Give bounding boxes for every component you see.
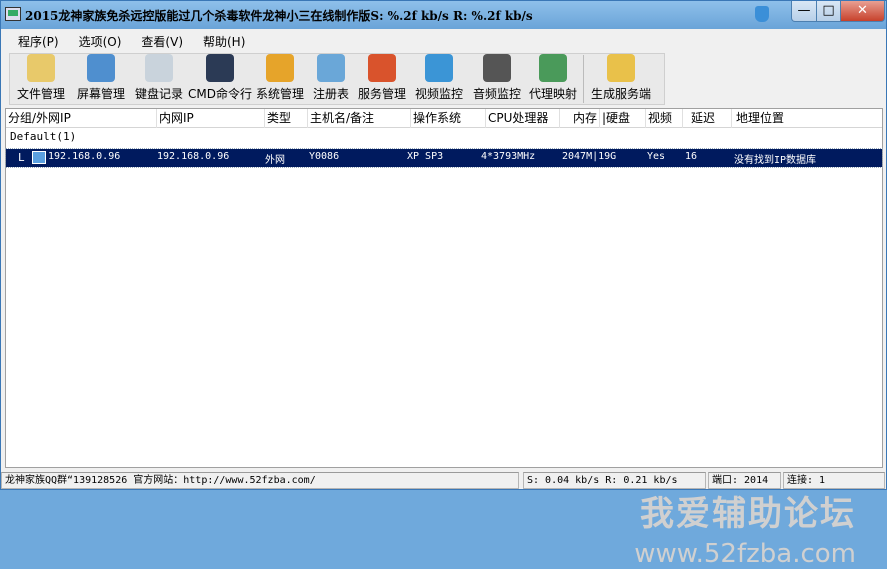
cell-type: 外网 xyxy=(265,155,285,166)
col-memory[interactable]: 内存 xyxy=(560,109,600,128)
col-cpu[interactable]: CPU处理器 xyxy=(486,109,560,128)
tree-line: L xyxy=(18,151,25,164)
tool-label: 代理映射 xyxy=(528,87,577,101)
toolbar-separator xyxy=(583,55,584,103)
col-host[interactable]: 主机名/备注 xyxy=(308,109,411,128)
watermark-url: www.52fzba.com xyxy=(634,539,856,569)
tool-label: 文件管理 xyxy=(16,87,65,101)
col-os[interactable]: 操作系统 xyxy=(411,109,486,128)
package-icon xyxy=(607,54,635,82)
cell-host: Y0086 xyxy=(309,151,340,162)
window-title: 2015龙神家族免杀远控版能过几个杀毒软件龙神小三在线制作版S: %.2f kb… xyxy=(25,9,533,23)
col-location[interactable]: 地理位置 xyxy=(732,109,882,128)
tool-label: 注册表 xyxy=(312,87,349,101)
tool-label: 视频监控 xyxy=(414,87,463,101)
pin-icon[interactable] xyxy=(755,6,769,22)
tool-screen-manager[interactable]: 屏幕管理 xyxy=(72,54,130,104)
tool-service-manager[interactable]: 服务管理 xyxy=(354,54,410,104)
group-header[interactable]: Default(1) xyxy=(10,130,76,143)
cell-video: Yes xyxy=(647,151,666,162)
cell-cpu: 4*3793MHz xyxy=(481,151,536,162)
status-speed: S: 0.04 kb/s R: 0.21 kb/s xyxy=(523,472,706,489)
gear-icon xyxy=(266,54,294,82)
computer-icon xyxy=(32,151,46,164)
screen-icon xyxy=(87,54,115,82)
cell-ping: 16 xyxy=(685,151,698,162)
cell-int-ip: 192.168.0.96 xyxy=(157,151,230,162)
host-list[interactable]: 分组/外网IP 内网IP 类型 主机名/备注 操作系统 CPU处理器 内存 |硬… xyxy=(5,108,883,569)
status-contact: 龙神家族QQ群“139128526 官方网站：http://www.52fzba… xyxy=(1,472,519,489)
cell-ext-ip: 192.168.0.96 xyxy=(48,151,121,162)
tool-video-monitor[interactable]: 视频监控 xyxy=(410,54,468,104)
col-type[interactable]: 类型 xyxy=(265,109,308,128)
tool-system-manager[interactable]: 系统管理 xyxy=(252,54,308,104)
close-button[interactable]: ✕ xyxy=(840,1,885,22)
cell-os: XP SP3 xyxy=(407,151,444,162)
cmd-icon xyxy=(206,54,234,82)
status-bar: 龙神家族QQ群“139128526 官方网站：http://www.52fzba… xyxy=(1,472,886,489)
col-int-ip[interactable]: 内网IP xyxy=(157,109,265,128)
minimize-button[interactable]: — xyxy=(791,1,817,22)
folder-icon xyxy=(27,54,55,82)
title-bar[interactable]: 2015龙神家族免杀远控版能过几个杀毒软件龙神小三在线制作版S: %.2f kb… xyxy=(1,1,886,29)
globe-icon xyxy=(539,54,567,82)
tool-label: 屏幕管理 xyxy=(76,87,125,101)
tool-label: 服务管理 xyxy=(357,87,406,101)
tool-label: 音频监控 xyxy=(472,87,521,101)
tool-proxy-mapping[interactable]: 代理映射 xyxy=(526,54,580,104)
watermark-title: 我爱辅助论坛 xyxy=(640,494,856,534)
col-ping[interactable]: 延迟 xyxy=(683,109,732,128)
tool-audio-monitor[interactable]: 音频监控 xyxy=(468,54,526,104)
col-video[interactable]: 视频 xyxy=(646,109,683,128)
menu-help[interactable]: 帮助(H) xyxy=(191,30,253,50)
tool-label: 键盘记录 xyxy=(134,87,183,101)
main-window: 2015龙神家族免杀远控版能过几个杀毒软件龙神小三在线制作版S: %.2f kb… xyxy=(0,0,887,569)
webcam-icon xyxy=(425,54,453,82)
tool-file-manager[interactable]: 文件管理 xyxy=(10,54,72,104)
keyboard-icon xyxy=(145,54,173,82)
tool-label: 系统管理 xyxy=(255,87,304,101)
menu-view[interactable]: 查看(V) xyxy=(129,30,191,50)
app-icon xyxy=(5,7,21,21)
col-disk[interactable]: |硬盘 xyxy=(600,109,646,128)
tool-registry[interactable]: 注册表 xyxy=(308,54,354,104)
status-port: 端口: 2014 xyxy=(708,472,781,489)
col-group-ext-ip[interactable]: 分组/外网IP xyxy=(6,109,157,128)
tool-keylogger[interactable]: 键盘记录 xyxy=(130,54,188,104)
menu-program[interactable]: 程序(P) xyxy=(6,30,67,50)
maximize-button[interactable]: □ xyxy=(816,1,841,22)
menu-options[interactable]: 选项(O) xyxy=(67,30,130,50)
headset-icon xyxy=(483,54,511,82)
column-header: 分组/外网IP 内网IP 类型 主机名/备注 操作系统 CPU处理器 内存 |硬… xyxy=(6,109,882,128)
table-row[interactable]: L 192.168.0.96 192.168.0.96 外网 Y0086 XP … xyxy=(5,148,883,168)
tool-label: CMD命令行 xyxy=(188,87,252,101)
tool-label: 生成服务端 xyxy=(590,87,651,101)
registry-icon xyxy=(317,54,345,82)
toolbar: 文件管理 屏幕管理 键盘记录 CMD命令行 系统管理 注册表 服务管理 视频监控… xyxy=(9,53,665,105)
tool-build-server[interactable]: 生成服务端 xyxy=(587,54,655,104)
menu-bar: 程序(P) 选项(O) 查看(V) 帮助(H) xyxy=(6,30,253,50)
cell-mem-disk: 2047M|19G xyxy=(562,151,617,162)
status-connections: 连接: 1 xyxy=(783,472,885,489)
windows-icon xyxy=(368,54,396,82)
tool-cmd[interactable]: CMD命令行 xyxy=(188,54,252,104)
cell-location: 没有找到IP数据库 xyxy=(734,155,817,166)
